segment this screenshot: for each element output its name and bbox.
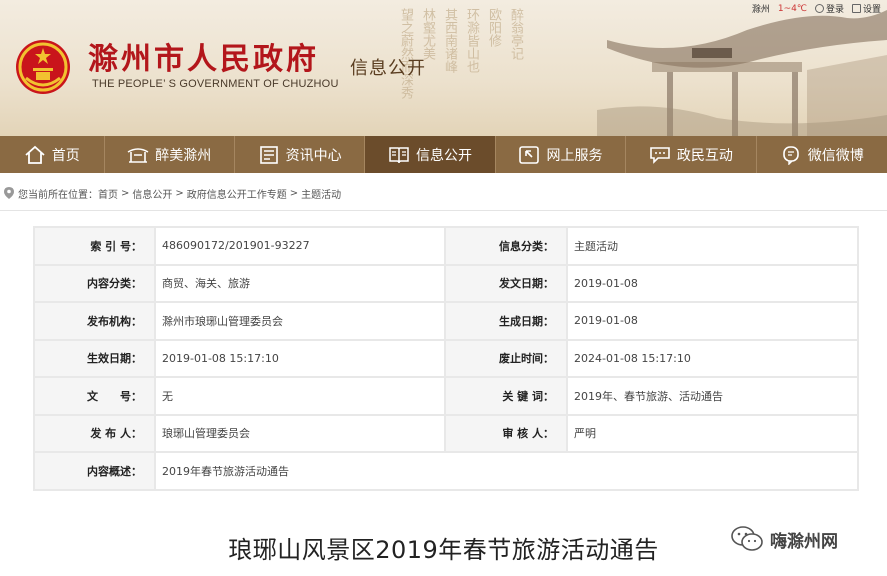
field-value: 2019-01-08: [566, 301, 859, 341]
field-value: 商贸、海关、旅游: [154, 263, 446, 303]
nav-label: 信息公开: [416, 147, 473, 164]
table-row: 发 布 人： 琅琊山管理委员会 审 核 人： 严明: [33, 413, 859, 453]
field-label: 关 键 词：: [444, 376, 568, 416]
table-row: 内容分类： 商贸、海关、旅游 发文日期： 2019-01-08: [33, 263, 859, 303]
field-label: 生效日期：: [33, 338, 156, 378]
home-icon: [25, 145, 45, 164]
calligraphy-decoration: 醉翁亭记: [508, 8, 523, 60]
field-label: 索 引 号：: [33, 226, 156, 266]
field-value: 2019-01-08: [566, 263, 859, 303]
calligraphy-decoration: 其西南诸峰: [442, 8, 457, 73]
settings-link[interactable]: 设置: [851, 2, 881, 15]
site-subtitle: THE PEOPLE’ S GOVERNMENT OF CHUZHOU: [92, 78, 339, 90]
table-row: 索 引 号： 486090172/201901-93227 信息分类： 主题活动: [33, 226, 859, 266]
field-value: 486090172/201901-93227: [154, 226, 446, 266]
field-label: 文 号：: [33, 376, 156, 416]
nav-label: 资讯中心: [285, 147, 342, 164]
nav-label: 网上服务: [546, 147, 603, 164]
table-row: 发布机构： 滁州市琅琊山管理委员会 生成日期： 2019-01-08: [33, 301, 859, 341]
nav-item-news[interactable]: 资讯中心: [235, 136, 366, 173]
field-label: 信息分类：: [444, 226, 568, 266]
edit-icon: [851, 4, 861, 13]
info-metadata-table: 索 引 号： 486090172/201901-93227 信息分类： 主题活动…: [33, 226, 859, 491]
breadcrumb-separator: >: [289, 187, 299, 199]
field-label: 发布机构：: [33, 301, 156, 341]
breadcrumb-link-home[interactable]: 首页: [98, 186, 118, 201]
watermark-text: 嗨滁州网: [770, 531, 838, 552]
book-icon: [389, 146, 409, 163]
nav-item-interaction[interactable]: 政民互动: [626, 136, 757, 173]
nav-label: 醉美滁州: [155, 147, 212, 164]
field-value: 滁州市琅琊山管理委员会: [154, 301, 446, 341]
nav-item-online-service[interactable]: 网上服务: [496, 136, 627, 173]
divider: [0, 210, 887, 211]
site-title[interactable]: 滁州市人民政府: [88, 34, 319, 78]
site-header: 望之蔚然而深秀 林壑尤美 其西南诸峰 环滁皆山也 欧阳修 醉翁亭记 滁州市人民政…: [0, 0, 887, 136]
field-label: 发 布 人：: [33, 413, 156, 453]
settings-label: 设置: [862, 5, 881, 15]
calligraphy-decoration: 林壑尤美: [420, 8, 435, 60]
wechat-icon: [782, 145, 799, 165]
main-nav: 首页 醉美滁州 资讯中心 信息公开 网上服务 政民互动 微信微博: [0, 136, 887, 173]
nav-item-home[interactable]: 首页: [0, 136, 105, 173]
field-label: 发文日期：: [444, 263, 568, 303]
weather-temperature: 1~4℃: [777, 3, 807, 14]
field-value: 无: [154, 376, 446, 416]
nav-label: 首页: [51, 147, 80, 164]
wechat-watermark: 嗨滁州网: [730, 525, 838, 553]
nav-item-wechat-weibo[interactable]: 微信微博: [757, 136, 887, 173]
field-label: 内容概述：: [33, 451, 156, 491]
field-value: 琅琊山管理委员会: [154, 413, 446, 453]
nav-item-info-disclosure[interactable]: 信息公开: [365, 136, 496, 173]
breadcrumb-separator: >: [121, 187, 130, 199]
nav-item-scenery[interactable]: 醉美滁州: [105, 136, 235, 173]
pavilion-illustration: [597, 10, 887, 136]
wechat-logo-icon: [731, 526, 763, 551]
field-label: 审 核 人：: [444, 413, 568, 453]
chat-icon: [650, 146, 670, 164]
field-value: 主题活动: [566, 226, 859, 266]
breadcrumb-separator: >: [175, 187, 184, 199]
field-label: 内容分类：: [33, 263, 156, 303]
pavilion-icon: [127, 147, 149, 163]
table-row: 文 号： 无 关 键 词： 2019年、春节旅游、活动通告: [33, 376, 859, 416]
breadcrumb: 您当前所在位置： 首页 > 信息公开 > 政府信息公开工作专题 > 主题活动: [0, 178, 887, 208]
field-label: 生成日期：: [444, 301, 568, 341]
field-value: 2019年、春节旅游、活动通告: [566, 376, 859, 416]
service-icon: [519, 145, 540, 164]
user-icon: [814, 4, 824, 13]
calligraphy-decoration: 环滁皆山也: [464, 8, 479, 73]
field-label: 废止时间：: [444, 338, 568, 378]
table-row: 内容概述： 2019年春节旅游活动通告: [33, 451, 859, 491]
table-row: 生效日期： 2019-01-08 15:17:10 废止时间： 2024-01-…: [33, 338, 859, 378]
calligraphy-decoration: 欧阳修: [486, 8, 501, 47]
nav-label: 政民互动: [676, 147, 733, 164]
breadcrumb-link-activity[interactable]: 主题活动: [301, 186, 341, 201]
section-label: 信息公开: [350, 58, 426, 79]
weather-city: 滁州: [751, 5, 770, 15]
field-value: 2019年春节旅游活动通告: [154, 451, 859, 491]
location-pin-icon: [4, 187, 14, 199]
login-label: 登录: [825, 5, 844, 15]
nav-label: 微信微博: [807, 147, 864, 164]
field-value: 严明: [566, 413, 859, 453]
top-utility-bar: 滁州 1~4℃ 登录 设置: [751, 2, 881, 16]
login-link[interactable]: 登录: [814, 2, 844, 15]
breadcrumb-link-topic[interactable]: 政府信息公开工作专题: [187, 186, 287, 201]
breadcrumb-prefix: 您当前所在位置：: [18, 189, 98, 201]
field-value: 2019-01-08 15:17:10: [154, 338, 446, 378]
national-emblem-logo[interactable]: [14, 38, 72, 96]
breadcrumb-link-info[interactable]: 信息公开: [132, 186, 172, 201]
news-icon: [259, 145, 278, 164]
field-value: 2024-01-08 15:17:10: [566, 338, 859, 378]
